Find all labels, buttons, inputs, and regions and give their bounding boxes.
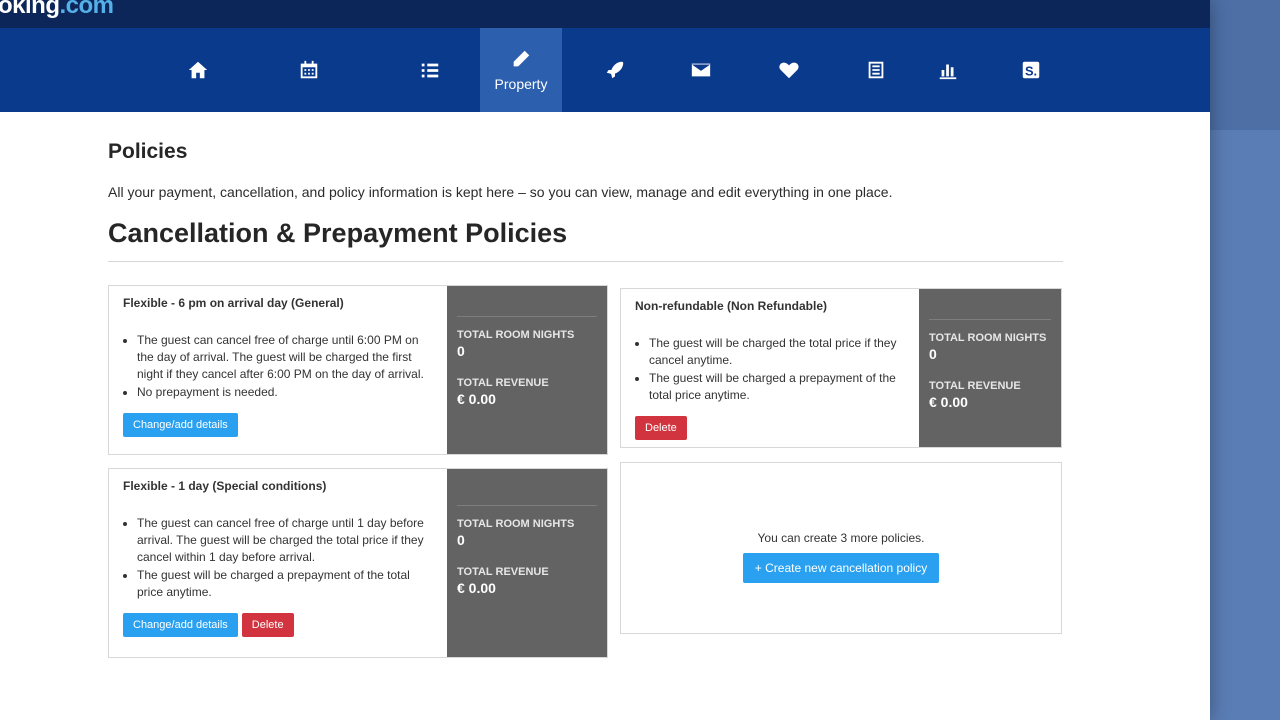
brand-name: oking bbox=[0, 0, 60, 19]
revenue-label: TOTAL REVENUE bbox=[929, 380, 1021, 392]
revenue-label: TOTAL REVENUE bbox=[457, 377, 549, 389]
policy-bullets: The guest can cancel free of charge unti… bbox=[123, 515, 435, 601]
s-logo-icon: S. bbox=[1022, 61, 1040, 79]
policy-bullet: No prepayment is needed. bbox=[137, 384, 435, 401]
heart-icon bbox=[779, 62, 799, 79]
svg-text:S.: S. bbox=[1025, 64, 1037, 79]
policy-bullet: The guest can cancel free of charge unti… bbox=[137, 332, 435, 383]
page-title: Policies bbox=[108, 140, 188, 163]
nav-analytics[interactable] bbox=[907, 28, 989, 112]
stats-divider bbox=[929, 319, 1051, 320]
nav-list[interactable] bbox=[389, 28, 471, 112]
policy-details: Flexible - 6 pm on arrival day (General)… bbox=[109, 286, 449, 454]
policy-title: Flexible - 6 pm on arrival day (General) bbox=[123, 296, 344, 310]
browser-window: oking.com Property S. Policies All your … bbox=[0, 0, 1210, 720]
bar-chart-icon bbox=[939, 64, 957, 80]
policy-title: Non-refundable (Non Refundable) bbox=[635, 299, 827, 313]
stats-divider bbox=[457, 505, 597, 506]
policy-title: Flexible - 1 day (Special conditions) bbox=[123, 479, 327, 493]
policy-bullets: The guest will be charged the total pric… bbox=[635, 335, 897, 404]
brand-domain: .com bbox=[59, 0, 115, 19]
pencil-icon bbox=[513, 50, 530, 67]
delete-button[interactable]: Delete bbox=[635, 416, 687, 440]
policy-bullet: The guest can cancel free of charge unti… bbox=[137, 515, 435, 566]
policy-details: Flexible - 1 day (Special conditions) Th… bbox=[109, 469, 449, 657]
document-icon bbox=[868, 61, 884, 79]
rocket-icon bbox=[606, 61, 624, 79]
policy-card-flexible-1day: Flexible - 1 day (Special conditions) Th… bbox=[108, 468, 608, 658]
remaining-policies-text: You can create 3 more policies. bbox=[757, 531, 925, 545]
list-icon bbox=[421, 63, 439, 78]
policy-bullet: The guest will be charged a prepayment o… bbox=[649, 370, 897, 404]
envelope-icon bbox=[691, 63, 711, 77]
nav-promotions[interactable] bbox=[574, 28, 656, 112]
stats-divider bbox=[457, 316, 597, 317]
revenue-value: € 0.00 bbox=[457, 391, 496, 407]
nav-calendar[interactable] bbox=[268, 28, 350, 112]
section-divider bbox=[108, 261, 1063, 262]
policy-bullets: The guest can cancel free of charge unti… bbox=[123, 332, 435, 401]
brand-logo[interactable]: oking.com bbox=[0, 0, 114, 20]
home-icon bbox=[188, 61, 208, 79]
policy-stats: TOTAL ROOM NIGHTS 0 TOTAL REVENUE € 0.00 bbox=[919, 289, 1061, 447]
nav-property-label: Property bbox=[494, 76, 548, 92]
policy-card-non-refundable: Non-refundable (Non Refundable) The gues… bbox=[620, 288, 1062, 448]
change-details-button[interactable]: Change/add details bbox=[123, 613, 238, 637]
page-content: Policies All your payment, cancellation,… bbox=[108, 140, 1063, 262]
revenue-value: € 0.00 bbox=[457, 580, 496, 596]
policy-actions: Change/add details Delete bbox=[123, 613, 435, 637]
delete-button[interactable]: Delete bbox=[241, 613, 294, 637]
revenue-label: TOTAL REVENUE bbox=[457, 566, 549, 578]
policy-details: Non-refundable (Non Refundable) The gues… bbox=[621, 289, 911, 447]
policy-actions: Delete bbox=[635, 416, 897, 440]
top-bar: oking.com bbox=[0, 0, 1210, 28]
nav-inbox[interactable] bbox=[660, 28, 742, 112]
section-title: Cancellation & Prepayment Policies bbox=[108, 218, 568, 248]
policy-bullet: The guest will be charged a prepayment o… bbox=[137, 567, 435, 601]
calendar-icon bbox=[300, 60, 318, 79]
create-policy-button[interactable]: + Create new cancellation policy bbox=[742, 553, 940, 583]
policy-stats: TOTAL ROOM NIGHTS 0 TOTAL REVENUE € 0.00 bbox=[447, 286, 607, 454]
nav-finance[interactable] bbox=[835, 28, 917, 112]
room-nights-value: 0 bbox=[457, 532, 465, 548]
room-nights-label: TOTAL ROOM NIGHTS bbox=[457, 518, 575, 530]
room-nights-value: 0 bbox=[457, 343, 465, 359]
policy-bullet: The guest will be charged the total pric… bbox=[649, 335, 897, 369]
room-nights-label: TOTAL ROOM NIGHTS bbox=[457, 329, 575, 341]
revenue-value: € 0.00 bbox=[929, 394, 968, 410]
main-navigation: Property S. bbox=[0, 28, 1210, 112]
nav-reviews[interactable] bbox=[748, 28, 830, 112]
room-nights-value: 0 bbox=[929, 346, 937, 362]
policy-actions: Change/add details bbox=[123, 413, 435, 437]
policy-stats: TOTAL ROOM NIGHTS 0 TOTAL REVENUE € 0.00 bbox=[447, 469, 607, 657]
policy-card-flexible-6pm: Flexible - 6 pm on arrival day (General)… bbox=[108, 285, 608, 455]
change-details-button[interactable]: Change/add details bbox=[123, 413, 238, 437]
nav-s-app[interactable]: S. bbox=[990, 28, 1072, 112]
room-nights-label: TOTAL ROOM NIGHTS bbox=[929, 332, 1047, 344]
create-policy-card: You can create 3 more policies. + Create… bbox=[620, 462, 1062, 634]
page-intro: All your payment, cancellation, and poli… bbox=[108, 184, 893, 200]
nav-property[interactable]: Property bbox=[480, 28, 562, 112]
nav-home[interactable] bbox=[157, 28, 239, 112]
